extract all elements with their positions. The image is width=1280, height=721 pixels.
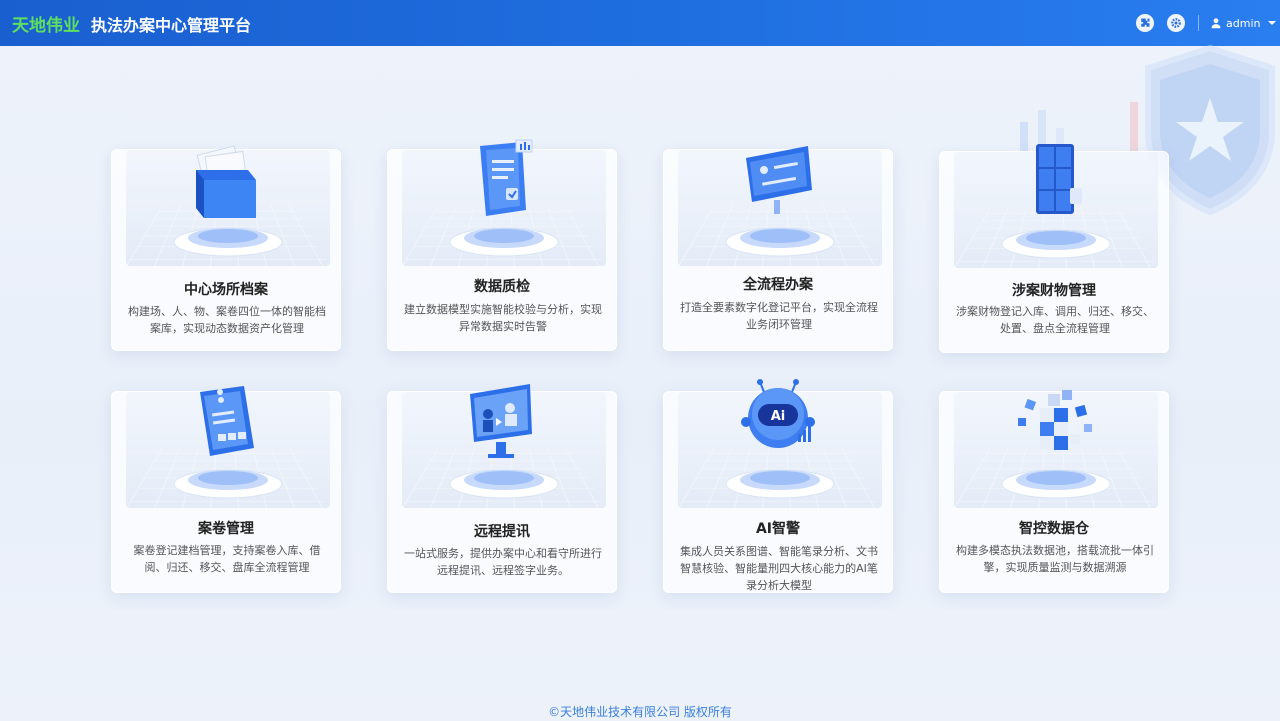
brand-logo-text: 天地伟业 [12, 16, 80, 36]
gear-icon[interactable] [1167, 14, 1185, 32]
card-description: 案卷登记建档管理，支持案卷入库、借阅、归还、移交、盘库全流程管理 [133, 544, 321, 574]
user-icon [1211, 18, 1221, 29]
card-title: 智控数据仓 [1019, 521, 1089, 537]
card-full-process[interactable]: 全流程办案 打造全要素数字化登记平台，实现全流程业务闭环管理 [663, 146, 893, 351]
card-title: 案卷管理 [198, 521, 254, 537]
card-center-archive[interactable]: 中心场所档案 构建场、人、物、案卷四位一体的智能档案库，实现动态数据资产化管理 [111, 145, 341, 351]
card-title: 数据质检 [474, 279, 530, 295]
card-ai-police[interactable]: Ai AI智警 集成人员关系图谱、智能笔录分析、文书智慧核验、智能量刑四大核心能… [663, 379, 893, 593]
card-description: 构建场、人、物、案卷四位一体的智能档案库，实现动态数据资产化管理 [128, 305, 326, 335]
svg-text:Ai: Ai [771, 409, 786, 424]
user-menu[interactable]: admin [1210, 15, 1277, 31]
card-title: 中心场所档案 [184, 282, 268, 298]
card-data-quality[interactable]: 数据质检 建立数据模型实施智能校验与分析，实现异常数据实时告警 [387, 139, 617, 351]
header-divider [1198, 15, 1199, 31]
card-description: 打造全要素数字化登记平台，实现全流程业务闭环管理 [680, 301, 878, 331]
card-property-management[interactable]: 涉案财物管理 涉案财物登记入库、调用、归还、移交、处置、盘点全流程管理 [939, 144, 1169, 353]
card-title: 涉案财物管理 [1012, 283, 1096, 299]
card-description: 建立数据模型实施智能校验与分析，实现异常数据实时告警 [404, 303, 602, 333]
document-check-icon [480, 139, 533, 216]
card-remote-interrogation[interactable]: 远程提讯 一站式服务，提供办案中心和看守所进行远程提讯、远程签字业务。 [387, 384, 617, 593]
card-description: 构建多模态执法数据池，搭载流批一体引擎，实现质量监测与数据溯源 [956, 544, 1154, 574]
data-cubes-icon [1018, 390, 1092, 450]
ai-robot-icon: Ai [741, 379, 815, 448]
card-dossier-management[interactable]: 案卷管理 案卷登记建档管理，支持案卷入库、借阅、归还、移交、盘库全流程管理 [111, 386, 341, 593]
monitor-icon [470, 384, 532, 458]
card-description: 集成人员关系图谱、智能笔录分析、文书智慧核验、智能量刑四大核心能力的AI笔录分析… [680, 545, 878, 592]
locker-icon [1036, 144, 1082, 214]
card-title: 远程提讯 [474, 524, 530, 540]
puzzle-icon[interactable] [1136, 14, 1154, 32]
chevron-down-icon [1268, 21, 1277, 25]
card-title: AI智警 [755, 521, 801, 537]
folder-icon [196, 145, 256, 218]
file-folder-icon [200, 386, 254, 456]
top-header: 天地伟业 执法办案中心管理平台 admin [0, 0, 1280, 46]
card-description: 涉案财物登记入库、调用、归还、移交、处置、盘点全流程管理 [956, 305, 1154, 335]
card-description: 一站式服务，提供办案中心和看守所进行远程提讯、远程签字业务。 [404, 547, 602, 577]
card-title: 全流程办案 [743, 277, 813, 293]
username: admin [1226, 16, 1261, 30]
workflow-screen-icon [746, 146, 812, 214]
footer-copyright: ©天地伟业技术有限公司 版权所有 [548, 705, 732, 719]
platform-title: 执法办案中心管理平台 [91, 16, 252, 35]
card-data-warehouse[interactable]: 智控数据仓 构建多模态执法数据池，搭载流批一体引擎，实现质量监测与数据溯源 [939, 390, 1169, 593]
